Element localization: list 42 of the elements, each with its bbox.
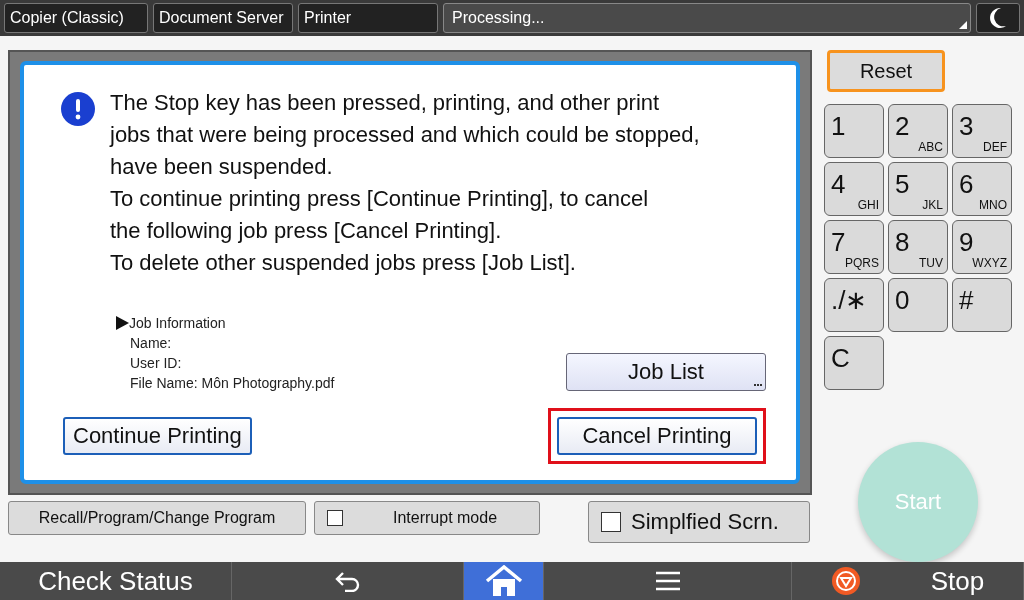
triangle-icon	[116, 316, 129, 331]
alert-icon	[60, 91, 96, 128]
interrupt-button[interactable]: Interrupt mode	[314, 501, 540, 536]
keypad-key[interactable]: 6 MNO	[952, 162, 1012, 217]
keypad-key[interactable]: #	[952, 278, 1012, 333]
menu-icon	[654, 570, 681, 592]
mode-tab[interactable]: Copier (Classic)	[4, 3, 148, 33]
alert-message: The Stop key has been pressed, printing, and other print jobs that were being processed and which could be stopped, have been suspended. To continue printing press [Continue Printing], to cancel the following job press [Cancel Printing]. To delete other suspended jobs press [Job List].	[110, 89, 700, 278]
simplified-screen-button[interactable]: Simplfied Scrn.	[588, 501, 810, 544]
keypad-key[interactable]: 0	[888, 278, 948, 333]
home-icon	[484, 565, 523, 597]
keypad-key[interactable]: C	[824, 336, 884, 391]
keypad-key[interactable]: 4 GHI	[824, 162, 884, 217]
dialog-button[interactable]: Cancel Printing	[557, 417, 757, 456]
status-field[interactable]: Processing...	[443, 3, 971, 33]
ellipsis-icon	[754, 384, 762, 387]
nav-button[interactable]	[464, 562, 544, 600]
reset-button[interactable]: Reset	[827, 50, 945, 93]
nav-button[interactable]: Check Status	[0, 562, 232, 600]
keypad-key[interactable]: 3 DEF	[952, 104, 1012, 159]
keypad-key[interactable]: 9 WXYZ	[952, 220, 1012, 275]
mode-tab[interactable]: Document Server	[153, 3, 293, 33]
keypad-key[interactable]: 8 TUV	[888, 220, 948, 275]
stop-icon	[830, 566, 861, 596]
back-icon	[334, 570, 361, 592]
job-info-field: Name:	[116, 333, 335, 354]
keypad-key[interactable]: 7 PQRS	[824, 220, 884, 275]
keypad-key[interactable]: ./∗	[824, 278, 884, 333]
keypad-key[interactable]: 5 JKL	[888, 162, 948, 217]
keypad-key[interactable]: 1	[824, 104, 884, 159]
moon-icon	[989, 7, 1007, 29]
job-list-button[interactable]: Job List	[566, 353, 766, 392]
corner-icon	[959, 21, 967, 29]
keypad-key[interactable]: 2 ABC	[888, 104, 948, 159]
job-info-field: User ID:	[116, 353, 335, 374]
nav-button[interactable]: Stop	[792, 562, 1024, 600]
energy-saver-button[interactable]	[976, 3, 1020, 33]
job-info-field: File Name: Môn Photography.pdf	[116, 373, 335, 394]
recall-button[interactable]: Recall/Program/Change Program	[8, 501, 306, 536]
mode-tab[interactable]: Printer	[298, 3, 438, 33]
job-info-heading: Job Information	[129, 314, 226, 334]
dialog-button[interactable]: Continue Printing	[63, 417, 252, 456]
